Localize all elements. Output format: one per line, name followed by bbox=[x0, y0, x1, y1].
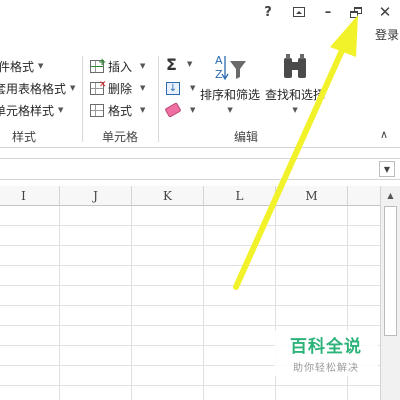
cells-group-label: 单元格 bbox=[102, 130, 139, 144]
svg-text:A: A bbox=[215, 54, 223, 67]
conditional-formatting-label: 件格式 bbox=[0, 59, 35, 74]
close-button[interactable]: ✕ bbox=[375, 2, 395, 22]
group-separator bbox=[82, 56, 83, 142]
delete-button[interactable]: ✕ 删除 ▼ bbox=[90, 78, 145, 98]
chevron-down-icon: ▼ bbox=[292, 106, 298, 114]
conditional-formatting-button[interactable]: 件格式 ▼ bbox=[0, 56, 43, 76]
format-label: 格式 bbox=[108, 103, 133, 118]
chevron-down-icon: ▼ bbox=[58, 106, 64, 114]
scroll-thumb[interactable] bbox=[384, 206, 397, 336]
format-as-table-button[interactable]: 套用表格格式 ▼ bbox=[0, 78, 75, 98]
sort-filter-button[interactable]: A Z 排序和筛选 ▼ bbox=[200, 52, 260, 114]
ribbon-display-options-button[interactable] bbox=[289, 2, 309, 22]
chevron-down-icon: ▼ bbox=[227, 106, 233, 114]
sigma-icon: Σ bbox=[166, 54, 177, 74]
ribbon-display-icon bbox=[293, 7, 305, 17]
sort-filter-icon: A Z bbox=[215, 54, 246, 81]
insert-label: 插入 bbox=[108, 59, 133, 74]
title-bar: ? – ✕ 登录 bbox=[0, 0, 400, 50]
column-header-j[interactable]: J bbox=[60, 186, 132, 206]
restore-icon bbox=[350, 6, 362, 18]
collapse-ribbon-button[interactable]: ∧ bbox=[380, 128, 388, 141]
column-header-k[interactable]: K bbox=[132, 186, 204, 206]
fill-down-icon: ↓ bbox=[166, 81, 180, 95]
restore-button[interactable] bbox=[346, 2, 366, 22]
insert-cells-icon: + bbox=[90, 57, 106, 73]
insert-button[interactable]: + 插入 ▼ bbox=[90, 56, 145, 76]
chevron-down-icon: ▼ bbox=[70, 84, 76, 92]
binoculars-icon bbox=[284, 54, 306, 78]
chevron-down-icon: ▼ bbox=[140, 106, 146, 114]
autosum-button[interactable]: Σ ▼ bbox=[166, 54, 192, 74]
delete-cells-icon: ✕ bbox=[90, 80, 107, 95]
chevron-down-icon: ▼ bbox=[383, 164, 391, 174]
fill-button[interactable]: ↓ ▼ bbox=[166, 78, 195, 98]
chevron-down-icon: ▼ bbox=[186, 60, 193, 68]
sort-filter-label: 排序和筛选 bbox=[200, 88, 261, 102]
column-header-l[interactable]: L bbox=[204, 186, 276, 206]
login-link[interactable]: 登录 bbox=[375, 26, 399, 43]
formula-bar[interactable]: ▼ bbox=[0, 158, 400, 180]
delete-label: 删除 bbox=[108, 81, 133, 96]
chevron-down-icon: ▼ bbox=[38, 62, 44, 70]
styles-group-label: 样式 bbox=[12, 130, 37, 144]
cell-styles-button[interactable]: 单元格样式 ▼ bbox=[0, 100, 63, 120]
watermark-title: 百科全说 bbox=[290, 337, 362, 357]
clear-button[interactable]: ▼ bbox=[164, 100, 196, 120]
column-header-row: I J K L M bbox=[0, 186, 380, 206]
chevron-down-icon: ▼ bbox=[140, 84, 146, 92]
group-separator bbox=[158, 56, 159, 142]
chevron-down-icon: ▼ bbox=[140, 62, 146, 70]
eraser-icon bbox=[164, 102, 182, 118]
chevron-down-icon: ▼ bbox=[190, 84, 196, 92]
vertical-scrollbar[interactable]: ▲ bbox=[380, 186, 400, 400]
column-header-i[interactable]: I bbox=[0, 186, 60, 206]
minimize-button[interactable]: – bbox=[318, 2, 338, 22]
cell-styles-label: 单元格样式 bbox=[0, 103, 55, 118]
format-button[interactable]: 格式 ▼ bbox=[90, 100, 145, 120]
column-header-m[interactable]: M bbox=[276, 186, 348, 206]
format-as-table-label: 套用表格格式 bbox=[0, 81, 67, 96]
editing-group-label: 编辑 bbox=[234, 130, 259, 144]
scroll-up-button[interactable]: ▲ bbox=[383, 189, 398, 202]
chevron-down-icon: ▼ bbox=[190, 106, 196, 114]
find-select-label: 查找和选择 bbox=[265, 88, 326, 102]
expand-formula-bar-button[interactable]: ▼ bbox=[379, 161, 395, 177]
watermark: 百科全说 助你轻松解决 bbox=[274, 330, 378, 376]
watermark-subtitle: 助你轻松解决 bbox=[293, 363, 359, 374]
format-cells-icon bbox=[90, 103, 104, 117]
ribbon: 件格式 ▼ 套用表格格式 ▼ 单元格样式 ▼ 样式 + 插入 ▼ ✕ 删除 ▼ … bbox=[0, 50, 400, 148]
find-select-button[interactable]: 查找和选择 ▼ bbox=[265, 52, 325, 114]
help-button[interactable]: ? bbox=[258, 2, 278, 22]
